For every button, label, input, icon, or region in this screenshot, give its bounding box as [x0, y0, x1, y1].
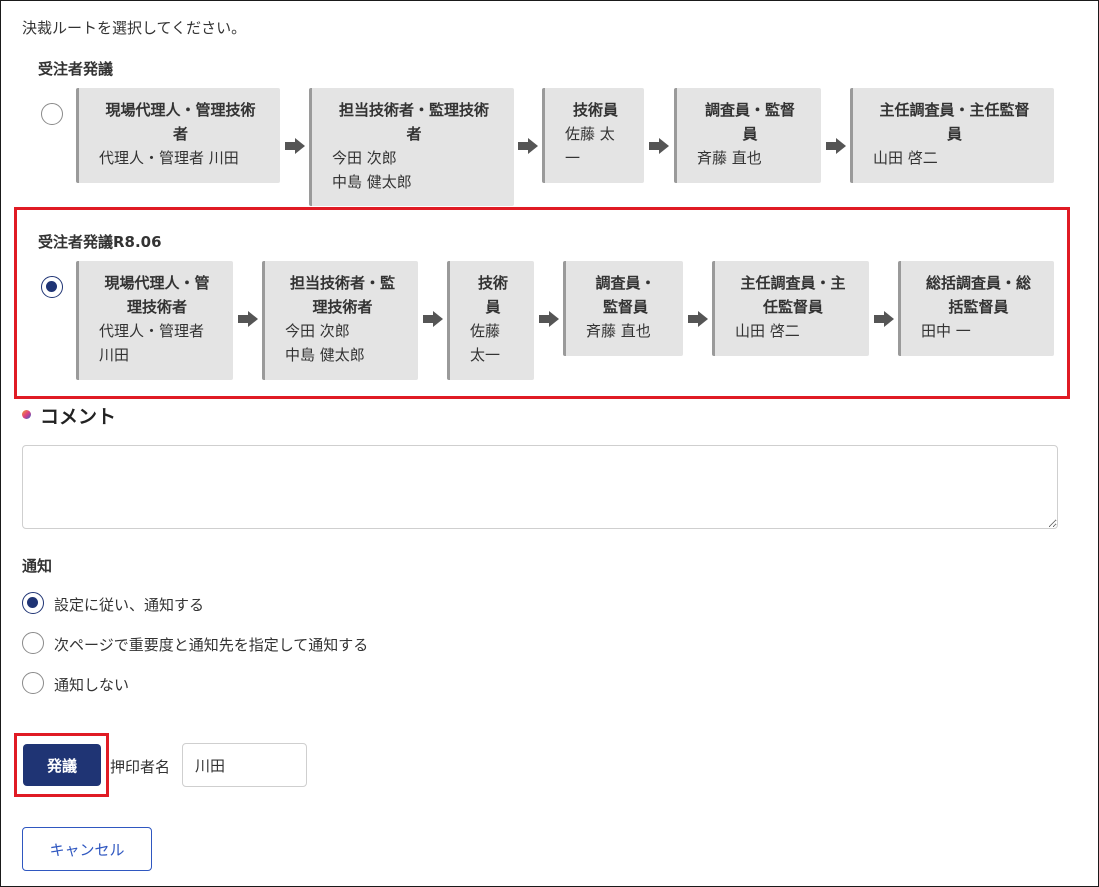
step-names: 今田 次郎 中島 健太郎: [285, 322, 365, 364]
step-role: 主任調査員・主任監督 員: [879, 101, 1030, 143]
step-names: 佐藤 太一: [470, 322, 501, 364]
comment-textarea[interactable]: [22, 445, 1058, 529]
route-1-step-2: 担当技術者・監理技術 者 今田 次郎 中島 健太郎: [309, 88, 514, 206]
step-names: 斉藤 直也: [586, 322, 651, 340]
notify-option-label[interactable]: 通知しない: [54, 674, 129, 695]
step-names: 斉藤 直也: [697, 149, 762, 167]
route-1-step-1: 現場代理人・管理技術 者 代理人・管理者 川田: [76, 88, 280, 183]
route-1-step-3: 技術員 佐藤 太 一: [542, 88, 644, 183]
notify-option-label[interactable]: 設定に従い、通知する: [54, 594, 204, 615]
arrow-right-icon: [649, 138, 669, 154]
step-role: 主任調査員・主 任監督員: [740, 274, 846, 316]
route-1-step-4: 調査員・監督 員 斉藤 直也: [674, 88, 821, 183]
comment-bullet-icon: [22, 410, 31, 419]
route-instruction: 決裁ルートを選択してください。: [22, 19, 247, 37]
notification-title: 通知: [22, 557, 53, 575]
issue-button[interactable]: 発議: [23, 744, 101, 786]
route-2-step-4: 調査員・ 監督員 斉藤 直也: [563, 261, 683, 356]
step-names: 田中 一: [921, 322, 971, 340]
arrow-right-icon: [423, 311, 443, 327]
step-role: 現場代理人・管 理技術者: [104, 274, 210, 316]
comment-title: コメント: [40, 406, 117, 428]
step-role: 現場代理人・管理技術 者: [105, 101, 256, 143]
stamp-name-input[interactable]: [182, 743, 307, 787]
arrow-right-icon: [874, 311, 894, 327]
route-2-step-6: 総括調査員・総 括監督員 田中 一: [898, 261, 1054, 356]
arrow-right-icon: [539, 311, 559, 327]
route-2-step-1: 現場代理人・管 理技術者 代理人・管理者 川田: [76, 261, 233, 380]
step-role: 調査員・ 監督員: [595, 274, 656, 316]
step-role: 総括調査員・総 括監督員: [925, 274, 1031, 316]
step-names: 山田 啓二: [873, 149, 938, 167]
step-role: 調査員・監督 員: [704, 101, 795, 143]
route-1-step-5: 主任調査員・主任監督 員 山田 啓二: [850, 88, 1054, 183]
arrow-right-icon: [238, 311, 258, 327]
cancel-button[interactable]: キャンセル: [22, 827, 152, 871]
step-names: 代理人・管理者 川田: [99, 322, 205, 364]
notify-radio-specify[interactable]: [22, 632, 44, 654]
route-2-step-3: 技術 員 佐藤 太一: [447, 261, 534, 380]
route-2-step-2: 担当技術者・監 理技術者 今田 次郎 中島 健太郎: [262, 261, 418, 380]
route-title-1: 受注者発議: [38, 60, 114, 78]
notify-radio-follow-settings[interactable]: [22, 592, 44, 614]
step-names: 代理人・管理者 川田: [99, 149, 239, 167]
route-radio-2[interactable]: [41, 276, 63, 298]
step-names: 山田 啓二: [735, 322, 800, 340]
notify-radio-none[interactable]: [22, 672, 44, 694]
step-role: 技術 員: [477, 274, 508, 316]
route-2-step-5: 主任調査員・主 任監督員 山田 啓二: [712, 261, 869, 356]
step-role: 担当技術者・監 理技術者: [289, 274, 395, 316]
arrow-right-icon: [518, 138, 538, 154]
step-role: 技術員: [572, 101, 618, 119]
step-names: 佐藤 太 一: [565, 125, 615, 167]
notify-option-label[interactable]: 次ページで重要度と通知先を指定して通知する: [54, 634, 368, 655]
arrow-right-icon: [826, 138, 846, 154]
step-names: 今田 次郎 中島 健太郎: [332, 149, 412, 191]
arrow-right-icon: [285, 138, 305, 154]
arrow-right-icon: [688, 311, 708, 327]
step-role: 担当技術者・監理技術 者: [338, 101, 489, 143]
stamp-name-label: 押印者名: [110, 758, 171, 776]
route-title-2: 受注者発議R8.06: [38, 233, 162, 251]
route-radio-1[interactable]: [41, 103, 63, 125]
